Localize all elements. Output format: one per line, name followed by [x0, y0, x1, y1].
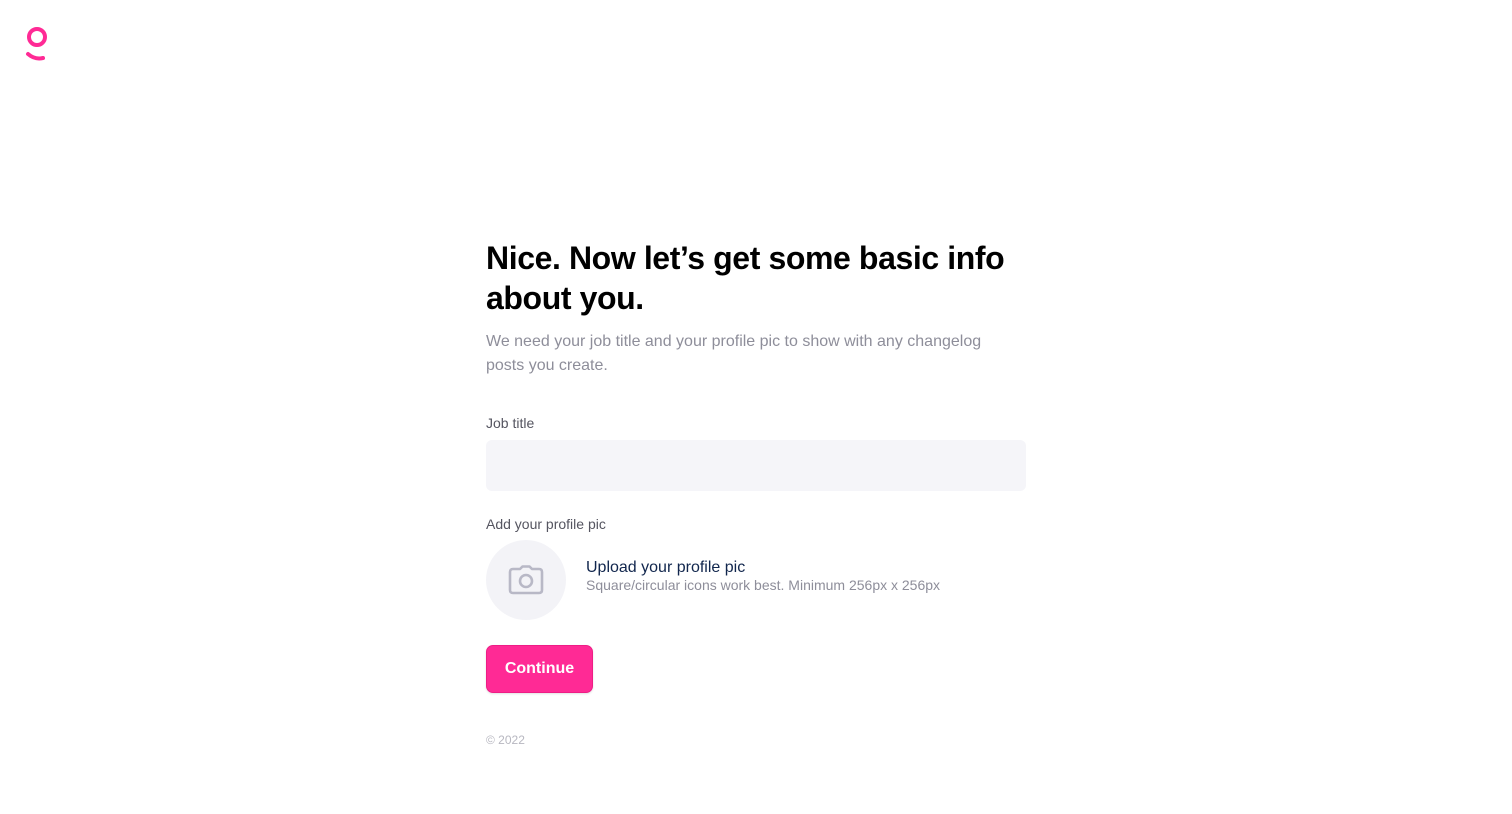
continue-button[interactable]: Continue [486, 645, 593, 693]
onboarding-form: Nice. Now let’s get some basic info abou… [486, 238, 1026, 748]
footer-copyright: © 2022 [486, 733, 525, 747]
job-title-label: Job title [486, 415, 535, 431]
page-subtitle: We need your job title and your profile … [486, 333, 982, 374]
brand-logo-icon[interactable] [24, 26, 52, 62]
upload-profile-pic-link[interactable]: Upload your profile pic [586, 558, 940, 577]
page-title: Nice. Now let’s get some basic info abou… [486, 240, 1005, 316]
job-title-input[interactable] [486, 440, 1026, 491]
upload-text: Upload your profile pic Square/circular … [586, 558, 940, 593]
avatar-upload-button[interactable] [486, 540, 566, 620]
upload-hint: Square/circular icons work best. Minimum… [586, 576, 941, 593]
camera-icon [508, 565, 544, 595]
profile-pic-uploader: Upload your profile pic Square/circular … [486, 540, 1026, 620]
profile-pic-label: Add your profile pic [486, 516, 606, 532]
